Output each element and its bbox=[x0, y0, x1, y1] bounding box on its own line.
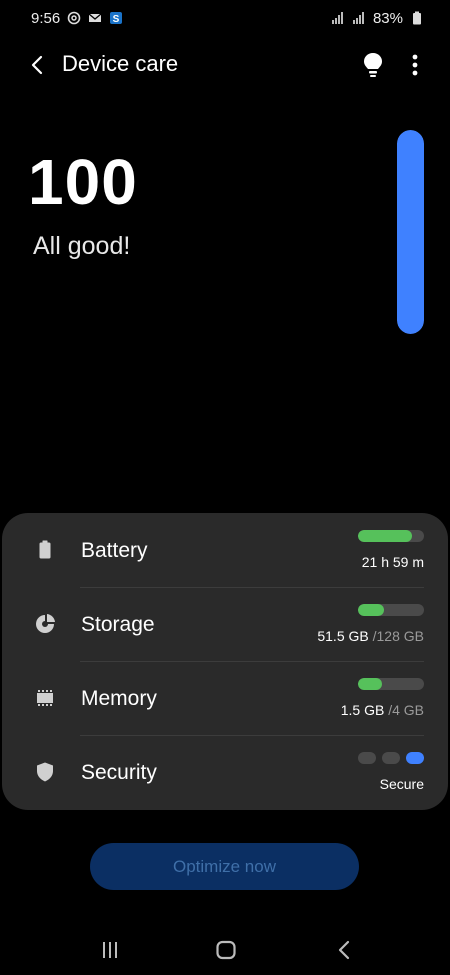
device-care-card: Battery 21 h 59 m Storage 51.5 GB /128 G… bbox=[2, 513, 448, 810]
memory-meter bbox=[358, 678, 424, 690]
signal-icon bbox=[352, 11, 366, 25]
security-label: Security bbox=[81, 761, 157, 784]
storage-usage: 51.5 GB /128 GB bbox=[317, 628, 424, 644]
pie-chart-icon bbox=[34, 613, 56, 635]
status-right: 83% bbox=[331, 10, 424, 27]
battery-remaining: 21 h 59 m bbox=[361, 554, 424, 570]
memory-used: 1.5 GB bbox=[340, 702, 389, 718]
recents-icon bbox=[103, 942, 117, 958]
page-title: Device care bbox=[62, 51, 179, 76]
memory-meter-fill bbox=[358, 678, 383, 690]
signal-icon bbox=[331, 11, 345, 25]
score-status: All good! bbox=[33, 232, 131, 260]
memory-usage: 1.5 GB /4 GB bbox=[341, 702, 424, 718]
back-button[interactable] bbox=[22, 50, 52, 80]
battery-status-icon bbox=[410, 11, 424, 25]
security-dot bbox=[406, 752, 424, 764]
svg-text:S: S bbox=[113, 14, 120, 25]
security-row[interactable]: Security Secure bbox=[2, 735, 448, 809]
battery-row[interactable]: Battery 21 h 59 m bbox=[2, 513, 448, 587]
battery-icon bbox=[34, 539, 56, 561]
storage-used: 51.5 GB bbox=[317, 628, 373, 644]
shield-icon bbox=[34, 761, 56, 783]
security-status: Secure bbox=[379, 776, 424, 792]
battery-label: Battery bbox=[81, 539, 148, 562]
memory-total: /4 GB bbox=[388, 702, 424, 718]
memory-label: Memory bbox=[81, 687, 157, 710]
security-level-dots bbox=[358, 752, 424, 764]
at-sign-icon bbox=[67, 11, 81, 25]
security-dot bbox=[358, 752, 376, 764]
app-bar: Device care bbox=[0, 40, 450, 90]
lightbulb-icon bbox=[364, 53, 382, 77]
battery-meter bbox=[358, 530, 424, 542]
battery-percent: 83% bbox=[372, 9, 403, 27]
storage-meter-fill bbox=[358, 604, 385, 616]
status-bar: 9:56 S 83% bbox=[0, 0, 450, 36]
navigation-bar bbox=[0, 925, 450, 975]
storage-meter bbox=[358, 604, 424, 616]
back-icon bbox=[338, 940, 350, 960]
chevron-left-icon bbox=[31, 55, 43, 75]
memory-row[interactable]: Memory 1.5 GB /4 GB bbox=[2, 661, 448, 735]
storage-label: Storage bbox=[81, 613, 155, 636]
home-icon bbox=[216, 940, 236, 960]
more-options-button[interactable] bbox=[400, 50, 430, 80]
recents-button[interactable] bbox=[95, 937, 125, 963]
tips-button[interactable] bbox=[358, 50, 388, 80]
status-time: 9:56 bbox=[31, 9, 61, 27]
status-left: 9:56 S bbox=[31, 10, 123, 27]
app-s-icon: S bbox=[109, 11, 123, 25]
score-bar-fill bbox=[397, 130, 424, 334]
home-button[interactable] bbox=[211, 937, 241, 963]
score-bar bbox=[397, 130, 424, 334]
nav-back-button[interactable] bbox=[329, 937, 359, 963]
optimize-now-button[interactable]: Optimize now bbox=[90, 843, 359, 890]
mail-icon bbox=[88, 11, 102, 25]
battery-meter-fill bbox=[358, 530, 413, 542]
storage-row[interactable]: Storage 51.5 GB /128 GB bbox=[2, 587, 448, 661]
storage-total: /128 GB bbox=[372, 628, 424, 644]
security-dot bbox=[382, 752, 400, 764]
more-vertical-icon bbox=[412, 54, 418, 76]
chip-icon bbox=[34, 687, 56, 709]
device-score: 100 bbox=[28, 146, 138, 218]
